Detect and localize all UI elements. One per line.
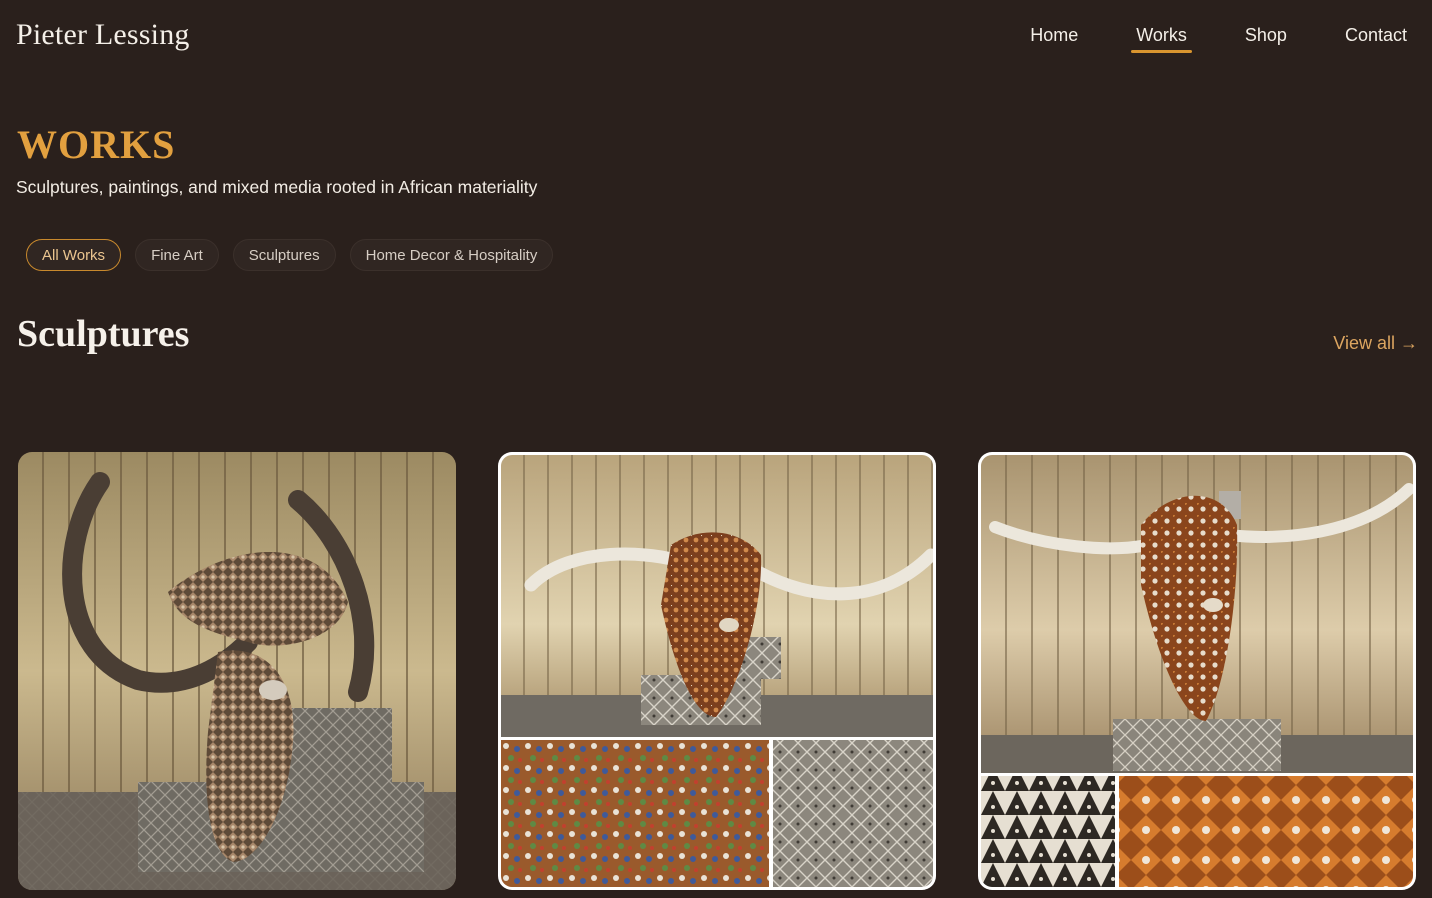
- filter-all-works[interactable]: All Works: [26, 239, 122, 271]
- nav-home[interactable]: Home: [1025, 24, 1083, 53]
- sculpture-image: [981, 455, 1413, 887]
- nav-shop[interactable]: Shop: [1240, 24, 1292, 53]
- sculpture-card[interactable]: [18, 452, 456, 890]
- page-subtitle: Sculptures, paintings, and mixed media r…: [16, 177, 538, 197]
- filter-home-decor-hospitality[interactable]: Home Decor & Hospitality: [349, 239, 554, 271]
- nav-works[interactable]: Works: [1131, 24, 1192, 53]
- filter-sculptures[interactable]: Sculptures: [232, 239, 336, 271]
- page-title: WORKS: [17, 122, 176, 167]
- sculpture-card[interactable]: [498, 452, 936, 890]
- sculpture-image: [18, 452, 456, 890]
- works-page: Pieter Lessing Home Works Shop Contact W…: [0, 0, 1432, 898]
- category-filters: All Works Fine Art Sculptures Home Decor…: [26, 239, 554, 271]
- section-title: Sculptures: [17, 313, 190, 355]
- view-all-link[interactable]: View all →: [1333, 333, 1418, 354]
- filter-fine-art[interactable]: Fine Art: [135, 239, 219, 271]
- nav-contact[interactable]: Contact: [1340, 24, 1412, 53]
- brand-logo[interactable]: Pieter Lessing: [16, 18, 190, 52]
- sculpture-image: [501, 455, 933, 887]
- sculpture-card[interactable]: [978, 452, 1416, 890]
- main-nav: Home Works Shop Contact: [977, 24, 1412, 53]
